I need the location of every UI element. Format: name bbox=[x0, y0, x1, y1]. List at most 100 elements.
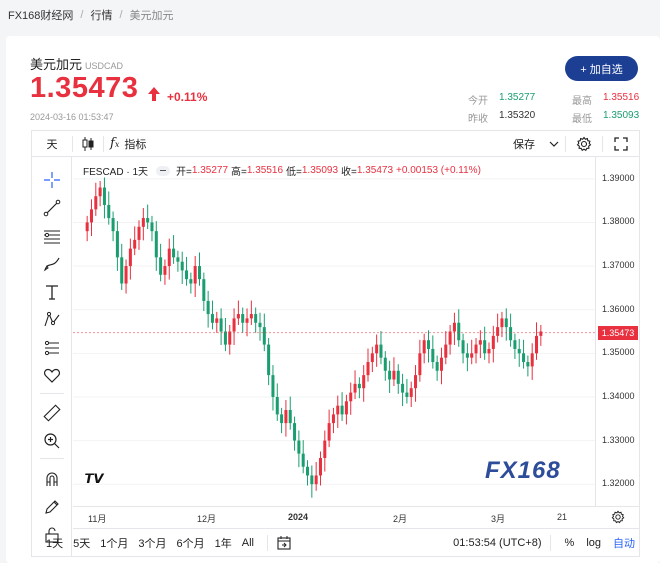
ruler-tool[interactable] bbox=[42, 403, 62, 423]
calendar-goto-icon[interactable] bbox=[276, 535, 292, 551]
range-1y-button[interactable]: 1年 bbox=[210, 535, 237, 551]
candle-body bbox=[396, 370, 400, 384]
zoom-tool[interactable] bbox=[42, 431, 62, 451]
favorites-tool[interactable] bbox=[42, 366, 62, 386]
range-all-button[interactable]: All bbox=[237, 537, 259, 549]
legend-high-label: 高= bbox=[231, 167, 247, 178]
candle-body bbox=[206, 300, 210, 315]
text-tool[interactable] bbox=[42, 282, 62, 302]
breadcrumb-section-link[interactable]: 行情 bbox=[90, 7, 112, 23]
fullscreen-button[interactable] bbox=[603, 131, 639, 157]
range-3m-button[interactable]: 3个月 bbox=[133, 535, 171, 551]
forecast-tool[interactable] bbox=[42, 338, 62, 358]
breadcrumb-home-link[interactable]: FX168财经网 bbox=[8, 7, 73, 23]
legend-collapse-icon[interactable] bbox=[156, 165, 171, 176]
crosshair-tool[interactable] bbox=[42, 170, 62, 190]
pattern-icon bbox=[44, 311, 60, 327]
x-tick: 3月 bbox=[491, 514, 506, 524]
gear-icon[interactable] bbox=[611, 510, 625, 524]
y-tick: 1.39000 bbox=[602, 172, 635, 183]
trendline-tool[interactable] bbox=[42, 198, 62, 218]
legend-open-value: 1.35277 bbox=[191, 165, 229, 176]
auto-scale-button[interactable]: 自动 bbox=[607, 535, 639, 551]
watermark-text: FX168 bbox=[485, 457, 561, 484]
price-chart[interactable]: FESCAD · 1天 开= 1.35277 高= 1.35516 低= 1.3509… bbox=[73, 157, 595, 506]
save-button[interactable]: 保存 bbox=[507, 131, 565, 157]
candle-body bbox=[401, 383, 405, 393]
magnet-icon bbox=[46, 472, 58, 486]
candle-body bbox=[509, 327, 513, 341]
symbol-title: 美元加元 USDCAD bbox=[30, 54, 123, 73]
y-tick: 1.37000 bbox=[602, 260, 635, 271]
magnet-tool[interactable] bbox=[42, 469, 62, 489]
tool-divider bbox=[40, 458, 64, 459]
candle-body bbox=[223, 331, 227, 345]
candle-body bbox=[267, 344, 271, 376]
range-5d-button[interactable]: 5天 bbox=[68, 535, 95, 551]
breadcrumb-current: 美元加元 bbox=[129, 10, 174, 22]
candle-body bbox=[444, 344, 448, 358]
candle-body bbox=[102, 187, 106, 205]
draw-mode-tool[interactable] bbox=[42, 497, 62, 517]
candlestick-icon bbox=[82, 136, 94, 151]
x-tick: 2月 bbox=[393, 514, 408, 524]
legend-close-label: 收= bbox=[341, 167, 357, 178]
candle-body bbox=[517, 348, 521, 354]
open-label: 今开 bbox=[468, 96, 488, 107]
fib-tool[interactable] bbox=[42, 226, 62, 246]
candle-body bbox=[327, 423, 331, 441]
candle-body bbox=[297, 440, 301, 454]
legend-high-value: 1.35516 bbox=[246, 165, 284, 176]
legend-close-value: 1.35473 bbox=[356, 165, 394, 176]
range-1d-button[interactable]: 1天 bbox=[41, 535, 68, 551]
candle-body bbox=[107, 204, 111, 219]
candle-body bbox=[310, 475, 314, 485]
indicators-button[interactable]: fx 指标 bbox=[104, 131, 152, 157]
candle-body bbox=[452, 322, 456, 332]
candle-body bbox=[306, 466, 310, 476]
range-1m-button[interactable]: 1个月 bbox=[95, 535, 133, 551]
chart-toolbar: 天 fx 指标 保存 bbox=[32, 131, 639, 157]
candle-body bbox=[318, 458, 322, 476]
up-arrow-icon bbox=[148, 87, 160, 101]
candle-body bbox=[409, 388, 413, 397]
candle-body bbox=[487, 348, 491, 354]
open-value: 1.35277 bbox=[499, 92, 536, 103]
legend-low-label: 低= bbox=[286, 167, 302, 178]
candle-body bbox=[418, 353, 422, 376]
x-tick: 21 bbox=[557, 512, 568, 522]
interval-selector[interactable]: 天 bbox=[32, 131, 72, 157]
legend-change-value: +0.00153 (+0.11%) bbox=[396, 165, 481, 176]
candle-body bbox=[146, 218, 150, 223]
tradingview-logo[interactable]: 𝙏𝙑 bbox=[83, 471, 105, 487]
x-tick: 11月 bbox=[88, 514, 107, 524]
low-value: 1.35093 bbox=[603, 110, 640, 121]
brush-tool[interactable] bbox=[42, 254, 62, 274]
candle-body bbox=[496, 327, 500, 336]
add-watchlist-button[interactable]: + 加自选 bbox=[565, 56, 638, 81]
fx168-watermark: FX168 bbox=[485, 457, 561, 485]
last-price: 1.35473 bbox=[30, 72, 139, 104]
legend-low-value: 1.35093 bbox=[301, 165, 339, 176]
prev-close-label: 昨收 bbox=[468, 114, 488, 125]
range-6m-button[interactable]: 6个月 bbox=[172, 535, 210, 551]
log-scale-button[interactable]: log bbox=[580, 537, 607, 549]
candle-body bbox=[245, 318, 249, 323]
chart-widget: 天 fx 指标 保存 FESCAD · 1天 开= 1.35277 高= 1.3… bbox=[31, 130, 640, 557]
candle-body bbox=[115, 231, 119, 258]
settings-button[interactable] bbox=[566, 131, 602, 157]
candle-body bbox=[526, 362, 530, 367]
heart-icon bbox=[44, 368, 60, 383]
clock-display[interactable]: 01:53:54 (UTC+8) bbox=[453, 537, 541, 549]
high-value: 1.35516 bbox=[603, 92, 640, 103]
y-tick: 1.33000 bbox=[602, 434, 635, 445]
time-axis[interactable]: 11月 12月 2024 2月 3月 21 bbox=[73, 506, 639, 528]
percent-scale-button[interactable]: % bbox=[559, 537, 581, 549]
pattern-tool[interactable] bbox=[42, 310, 62, 330]
price-axis[interactable]: 1.39000 1.38000 1.37000 1.36000 1.35000 1.340… bbox=[595, 157, 639, 506]
chart-legend: FESCAD · 1天 开= 1.35277 高= 1.35516 低= 1.3509… bbox=[83, 163, 481, 178]
candle-body bbox=[323, 440, 327, 459]
last-price-tag: 1.35473 bbox=[598, 325, 638, 340]
candle-body bbox=[293, 423, 297, 441]
candle-type-button[interactable] bbox=[73, 131, 103, 157]
